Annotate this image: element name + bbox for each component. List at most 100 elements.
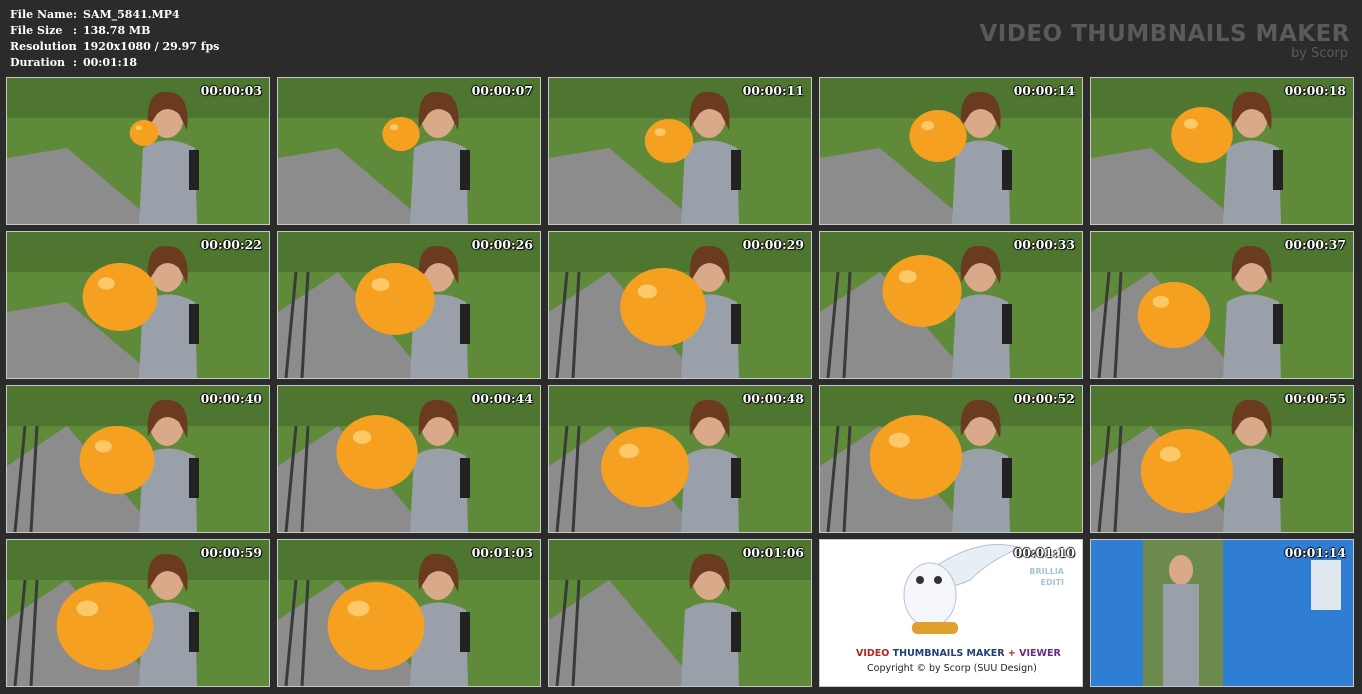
balloon-highlight (921, 120, 935, 131)
thumbnail-frame[interactable]: 00:01:06 (548, 539, 812, 687)
person-body (681, 602, 739, 686)
info-row-filesize: File Size : 138.78 MB (10, 24, 151, 37)
orange-balloon (336, 415, 418, 489)
file-info-panel: File Name : SAM_5841.MP4 File Size : 138… (10, 7, 219, 71)
frame-scene (7, 78, 269, 224)
frame-timestamp: 00:00:22 (200, 237, 262, 252)
thumbnail-frame[interactable]: 00:00:14 (819, 77, 1083, 225)
frame-scene (820, 232, 1082, 378)
balloon-highlight (135, 125, 143, 131)
person-body (681, 140, 739, 224)
balloon-highlight (888, 432, 910, 448)
orange-balloon (1137, 282, 1211, 348)
orange-balloon (82, 263, 158, 331)
frame-timestamp: 00:01:14 (1284, 545, 1346, 560)
splash-copyright: Copyright © by Scorp (SUU Design) (867, 663, 1037, 674)
balloon-highlight (352, 430, 372, 444)
thumbnail-frame[interactable]: 00:01:14 (1090, 539, 1354, 687)
thumbnail-frame[interactable]: 00:00:40 (6, 385, 270, 533)
orange-balloon (382, 117, 420, 151)
thumbnail-frame[interactable]: 00:00:26 (277, 231, 541, 379)
frame-scene (7, 540, 269, 686)
balloon-highlight (389, 124, 399, 131)
thumbnail-frame[interactable]: 00:00:29 (548, 231, 812, 379)
backpack (1273, 458, 1283, 498)
splash-product-part-0: VIDEO (856, 648, 893, 659)
vtm-splash-frame: BRILLIA EDITI VIDEO THUMBNAILS MAKER + VIE… (820, 540, 1082, 686)
person-head (1169, 555, 1193, 585)
backpack (460, 150, 470, 190)
frame-scene (7, 232, 269, 378)
balloon-highlight (1152, 295, 1170, 308)
brand-subtitle: by Scorp (1290, 46, 1348, 61)
backpack (460, 304, 470, 344)
backpack (1273, 304, 1283, 344)
frame-timestamp: 00:00:26 (471, 237, 533, 252)
frame-timestamp: 00:00:29 (742, 237, 804, 252)
brand-title: VIDEO THUMBNAILS MAKER (979, 21, 1350, 47)
file-size-value: 138.78 MB (83, 24, 151, 37)
thumbnail-frame[interactable]: 00:00:33 (819, 231, 1083, 379)
frame-timestamp: 00:00:18 (1284, 83, 1346, 98)
frame-scene (7, 386, 269, 532)
backpack (731, 612, 741, 652)
frame-scene (549, 540, 811, 686)
thumbnail-frame[interactable]: 00:00:07 (277, 77, 541, 225)
thumbnail-frame[interactable]: 00:00:48 (548, 385, 812, 533)
orange-balloon (1140, 429, 1234, 513)
thumbnail-frame[interactable]: 00:00:37 (1090, 231, 1354, 379)
person-body (139, 140, 197, 224)
thumbnail-frame[interactable]: BRILLIA EDITI VIDEO THUMBNAILS MAKER + VIE… (819, 539, 1083, 687)
balloon-highlight (76, 600, 99, 617)
backpack (189, 150, 199, 190)
thumbnail-frame[interactable]: 00:00:03 (6, 77, 270, 225)
orange-balloon (1171, 107, 1233, 163)
balloon-highlight (619, 443, 639, 459)
orange-balloon (56, 582, 154, 670)
orange-balloon (909, 110, 967, 162)
frame-timestamp: 00:00:14 (1013, 83, 1075, 98)
duration-value: 00:01:18 (83, 56, 138, 69)
thumbnail-frame[interactable]: 00:01:03 (277, 539, 541, 687)
frame-timestamp: 00:01:10 (1013, 545, 1075, 560)
splash-product-part-3: VIEWER (1019, 648, 1061, 659)
frame-timestamp: 00:00:37 (1284, 237, 1346, 252)
person-body (952, 140, 1010, 224)
person-body (1163, 584, 1199, 686)
person-body (1223, 140, 1281, 224)
frame-timestamp: 00:00:59 (200, 545, 262, 560)
orange-balloon (601, 427, 689, 507)
thumbnail-frame[interactable]: 00:00:22 (6, 231, 270, 379)
train-scene (1091, 540, 1353, 686)
frame-timestamp: 00:00:55 (1284, 391, 1346, 406)
backpack (1002, 458, 1012, 498)
orange-balloon (869, 415, 963, 499)
frame-scene (549, 232, 811, 378)
backpack (189, 612, 199, 652)
backpack (460, 612, 470, 652)
thumbnail-frame[interactable]: 00:00:11 (548, 77, 812, 225)
thumbnail-frame[interactable]: 00:00:44 (277, 385, 541, 533)
backpack (1273, 150, 1283, 190)
person-body (410, 140, 468, 224)
splash-edition-line-2: EDITI (1040, 578, 1064, 587)
person-body (1223, 294, 1281, 378)
thumbnail-frame[interactable]: 00:00:59 (6, 539, 270, 687)
thumbnail-frame[interactable]: 00:00:55 (1090, 385, 1354, 533)
balloon-highlight (1183, 118, 1198, 129)
splash-product-part-2: + (1004, 648, 1020, 659)
balloon-highlight (898, 270, 917, 284)
frame-timestamp: 00:00:03 (200, 83, 262, 98)
balloon-highlight (371, 278, 390, 292)
frame-scene (1091, 78, 1353, 224)
orange-balloon (644, 119, 694, 163)
thumbnail-frame[interactable]: 00:00:52 (819, 385, 1083, 533)
frame-scene (549, 386, 811, 532)
thumbnail-frame[interactable]: 00:00:18 (1090, 77, 1354, 225)
frame-scene (820, 78, 1082, 224)
frame-timestamp: 00:00:33 (1013, 237, 1075, 252)
frame-scene (820, 386, 1082, 532)
frame-scene (1091, 386, 1353, 532)
splash-edition-line-1: BRILLIA (1029, 567, 1064, 576)
orange-balloon (355, 263, 435, 335)
